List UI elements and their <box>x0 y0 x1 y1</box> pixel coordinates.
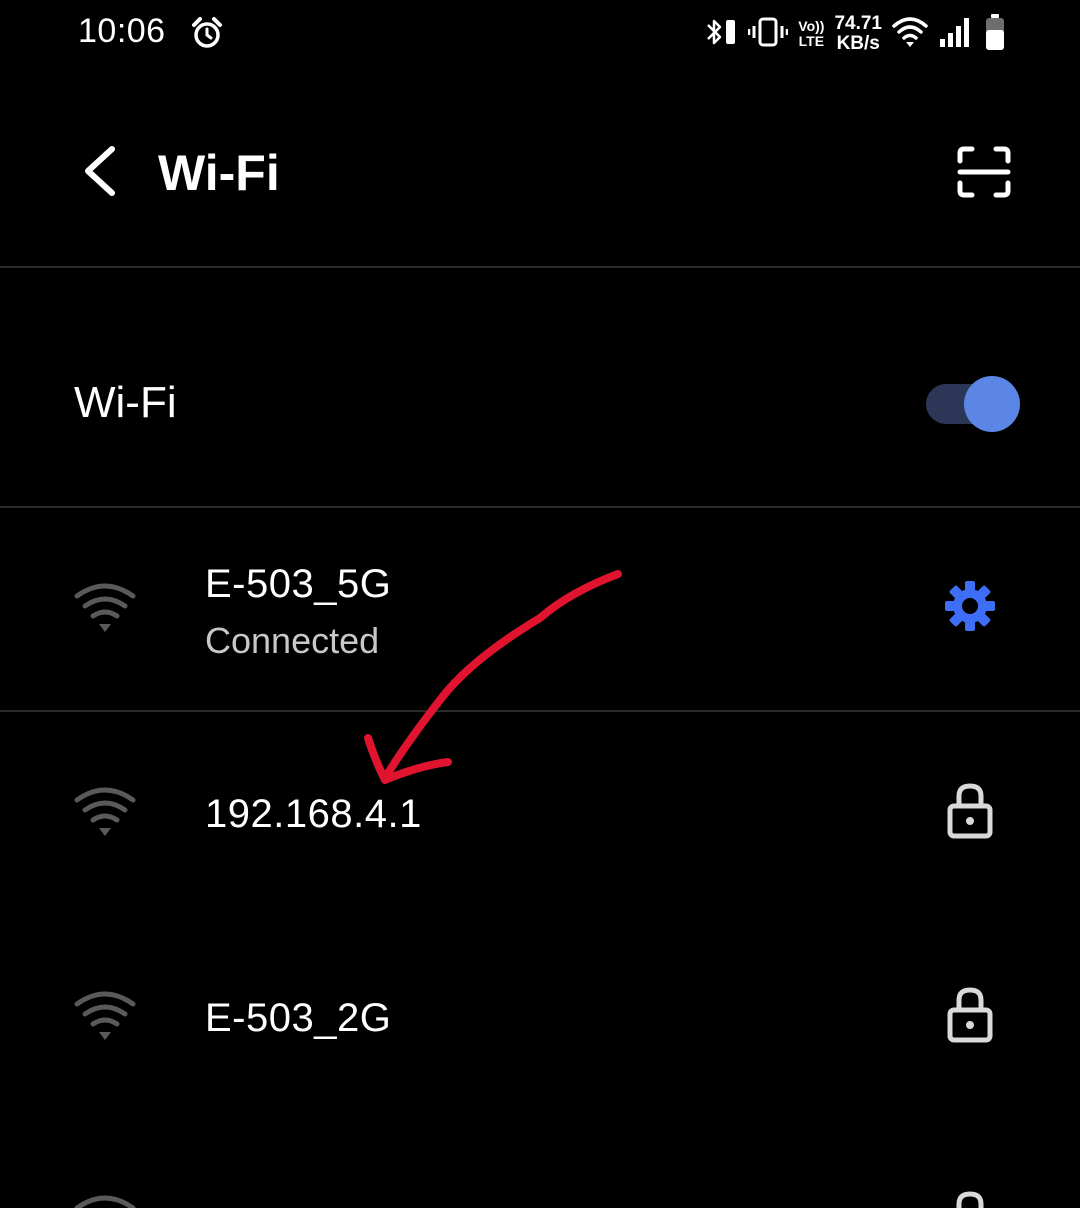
battery-icon <box>984 13 1006 56</box>
network-row[interactable]: E-503_2G <box>0 916 1080 1120</box>
settings-gear-icon <box>943 579 997 638</box>
network-row-connected[interactable]: E-503_5G Connected <box>0 508 1080 710</box>
qr-scan-icon <box>956 145 1012 204</box>
volte-bottom-text: LTE <box>798 33 825 49</box>
back-button[interactable] <box>70 140 130 206</box>
wifi-settings-screen: 10:06 Vo)) LTE 74.71 KB/s Wi-Fi Wi-Fi E-… <box>0 0 1080 1208</box>
status-time: 10:06 <box>78 12 166 50</box>
wifi-signal-icon <box>74 990 136 1042</box>
lock-indicator <box>940 984 1000 1048</box>
qr-scan-button[interactable] <box>946 138 1022 210</box>
lock-icon <box>945 984 995 1049</box>
switch-thumb <box>964 376 1020 432</box>
lock-icon <box>945 780 995 845</box>
lock-indicator <box>940 780 1000 844</box>
network-status: Connected <box>205 620 380 661</box>
volte-top-text: Vo)) <box>798 18 825 34</box>
network-row[interactable]: 192.168.4.1 <box>0 712 1080 916</box>
network-row-partial[interactable] <box>0 1120 1080 1208</box>
wifi-toggle-row[interactable]: Wi-Fi <box>0 270 1080 506</box>
wifi-signal-icon <box>74 582 136 634</box>
network-name: E-503_5G <box>205 562 392 606</box>
page-title: Wi-Fi <box>158 145 280 201</box>
net-speed-unit: KB/s <box>836 33 880 54</box>
vibrate-icon <box>748 14 789 55</box>
net-speed-indicator: 74.71 KB/s <box>834 14 882 54</box>
bluetooth-icon <box>702 14 738 55</box>
status-bar: 10:06 Vo)) LTE 74.71 KB/s <box>0 0 1080 70</box>
network-name: 192.168.4.1 <box>205 792 422 836</box>
wifi-signal-icon <box>74 1194 136 1208</box>
alarm-icon <box>190 16 224 55</box>
wifi-switch[interactable] <box>924 376 1020 432</box>
toolbar: Wi-Fi <box>0 110 1080 240</box>
cellular-signal-icon <box>938 15 974 54</box>
wifi-toggle-label: Wi-Fi <box>74 378 177 427</box>
network-name: E-503_2G <box>205 996 392 1040</box>
volte-icon: Vo)) LTE <box>798 19 824 49</box>
status-icons: Vo)) LTE 74.71 KB/s <box>702 12 1006 56</box>
back-arrow-icon <box>80 145 120 202</box>
net-speed-value: 74.71 <box>834 13 882 34</box>
wifi-status-icon <box>892 15 928 54</box>
lock-indicator <box>940 1188 1000 1208</box>
network-settings-button[interactable] <box>940 576 1000 640</box>
lock-icon <box>945 1188 995 1208</box>
wifi-signal-icon <box>74 786 136 838</box>
toolbar-divider <box>0 266 1080 268</box>
